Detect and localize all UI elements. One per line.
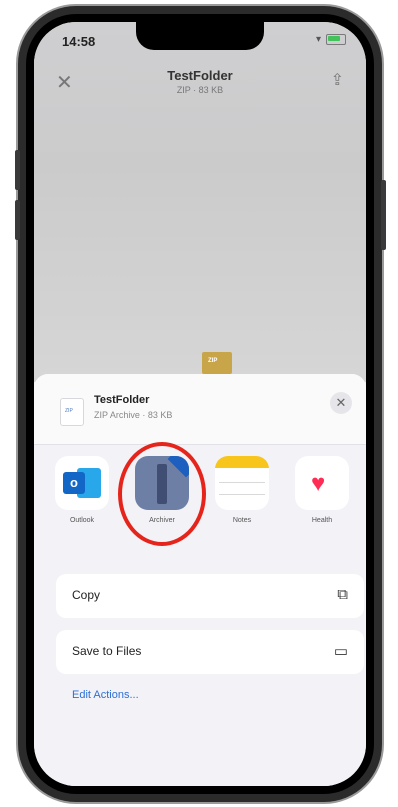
notch [136,22,264,50]
zip-file-icon-text: ZIP [208,358,218,364]
health-icon: ♥ [295,456,349,510]
share-app-health[interactable]: ♥ Health [294,456,350,524]
copy-label: Copy [72,588,101,602]
edit-actions-link[interactable]: Edit Actions... [72,689,139,701]
zip-file-icon: ZIP [202,352,232,374]
preview-subtitle: ZIP · 83 KB [176,85,224,95]
battery-icon [326,34,346,45]
volume-button-up [15,150,20,190]
save-card: Save to Files ▭ [56,630,364,674]
wifi-icon: ▾ [315,34,321,45]
share-app-label: Outlook [69,517,95,524]
copy-icon: ⧉ [337,586,348,603]
status-icons: ▾ [316,34,346,45]
share-app-notes[interactable]: Notes [214,456,270,524]
share-icon[interactable]: ⇪ [331,70,344,90]
share-sheet: ZIP TestFolder ZIP Archive · 83 KB ✕ o O… [34,374,366,786]
save-to-files-label: Save to Files [72,644,142,658]
folder-icon: ▭ [333,643,348,660]
file-thumbnail: ZIP [60,398,84,426]
power-button [381,180,386,250]
share-app-label: Notes [232,517,252,524]
share-file-subtitle: ZIP Archive · 83 KB [94,410,173,420]
status-time: 14:58 [62,34,96,49]
screen: 14:58 ▾ ✕ TestFolder ZIP · 83 KB ⇪ ZIP Z… [34,22,366,786]
volume-button-down [15,200,20,240]
close-sheet-button[interactable]: ✕ [330,392,352,414]
preview-title: TestFolder [167,68,233,83]
file-preview-area: 14:58 ▾ ✕ TestFolder ZIP · 83 KB ⇪ ZIP [34,22,366,382]
notes-icon [215,456,269,510]
highlight-circle [118,442,206,546]
share-app-label: Health [311,517,333,524]
share-file-title: TestFolder [94,394,150,406]
copy-card: Copy ⧉ [56,574,364,618]
share-sheet-header: ZIP TestFolder ZIP Archive · 83 KB ✕ [34,374,366,445]
save-to-files-action[interactable]: Save to Files ▭ [56,630,364,674]
file-thumbnail-text: ZIP [65,408,73,414]
share-app-outlook[interactable]: o Outlook [54,456,110,524]
copy-action[interactable]: Copy ⧉ [56,574,364,618]
outlook-icon: o [55,456,109,510]
